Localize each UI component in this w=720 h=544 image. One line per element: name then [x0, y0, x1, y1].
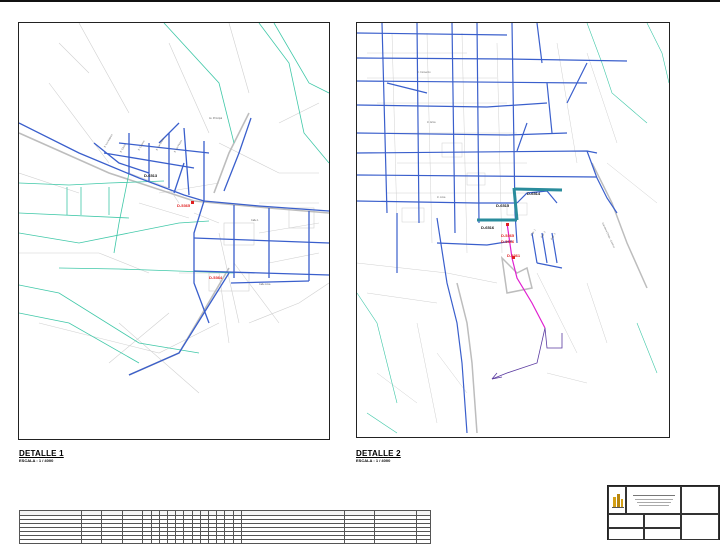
detail-2-map: Carretera Chota - Cutervo Psje. 1 Psje. …: [357, 23, 669, 434]
svg-text:Psje. 1: Psje. 1: [530, 228, 537, 236]
table-cell: [101, 539, 123, 544]
table-cell: [199, 539, 210, 544]
detail-2-title: DETALLE 2: [356, 449, 401, 458]
title-block-drawn-cell: [608, 528, 644, 540]
detail-2-caption: DETALLE 2 ESCALA : 1 / 4000: [356, 449, 401, 463]
detail-2-extension-line: [491, 327, 563, 380]
detail-1-label-0: D-6513: [144, 173, 158, 178]
title-block-scale-cell: [644, 514, 681, 528]
building-logo-icon: [612, 494, 624, 508]
title-block-revised-cell: [644, 528, 681, 540]
table-cell: [150, 539, 160, 544]
detail-2-parcel-lines: [357, 32, 658, 424]
detail-1-map: Jr. Los Alamos Jr. Chota Jr. Cutervo Jr.…: [19, 23, 329, 394]
title-block-project-cell: [681, 486, 719, 514]
detail-1-title: DETALLE 1: [19, 449, 64, 458]
detail-2-label-0: D-6514: [527, 191, 541, 196]
svg-text:Calle 1: Calle 1: [251, 219, 259, 222]
svg-text:Carretera Chota - Cutervo: Carretera Chota - Cutervo: [601, 222, 616, 249]
detail-2-map-frame[interactable]: Carretera Chota - Cutervo Psje. 1 Psje. …: [356, 22, 670, 438]
table-cell: [80, 539, 103, 544]
detail-1-label-1: D-5365: [177, 203, 191, 208]
detail-2-label-5: D-5361: [507, 253, 521, 258]
detail-2-label-4: D-5366: [501, 239, 515, 244]
detail-1-station-markers: [191, 201, 194, 204]
table-cell: [19, 539, 82, 544]
table-cell: [166, 539, 177, 544]
svg-text:Jr. Chota: Jr. Chota: [119, 143, 127, 153]
svg-text:Jr. Las Flores: Jr. Las Flores: [173, 139, 183, 154]
detail-2-street-text: Carretera Chota - Cutervo Psje. 1 Psje. …: [417, 71, 616, 249]
detail-1-caption: DETALLE 1 ESCALA : 1 / 4000: [19, 449, 64, 463]
svg-text:Jr. Lima: Jr. Lima: [437, 196, 446, 199]
svg-text:Psje. 3: Psje. 3: [550, 232, 557, 240]
detail-1-label-2: D-5364: [209, 275, 223, 280]
table-cell: [142, 539, 152, 544]
detail-2-scale: ESCALA : 1 / 4000: [356, 458, 391, 463]
table-cell: [216, 539, 226, 544]
title-block-logo-cell: [608, 486, 626, 514]
table-cell: [343, 539, 376, 544]
detail-2-label-1: D-6515: [496, 203, 510, 208]
svg-text:Psje. 2: Psje. 2: [540, 230, 547, 238]
detail-1-map-frame[interactable]: Jr. Los Alamos Jr. Chota Jr. Cutervo Jr.…: [18, 22, 330, 440]
table-cell: [208, 539, 218, 544]
table-cell: [158, 539, 168, 544]
table-cell: [191, 539, 201, 544]
svg-text:Calle Lima: Calle Lima: [259, 283, 271, 286]
svg-text:Jr. San Martin: Jr. San Martin: [155, 137, 165, 152]
detail-2-label-2: D-6516: [481, 225, 495, 230]
table-cell: [175, 539, 185, 544]
table-cell: [121, 539, 144, 544]
svg-text:Av. Principal: Av. Principal: [209, 117, 223, 120]
table-cell: [232, 539, 242, 544]
pipe-table-body: [19, 510, 432, 544]
detail-1-pipe-network: [19, 117, 329, 376]
title-block: [607, 485, 720, 540]
table-cell: [240, 539, 345, 544]
title-block-company-cell: [626, 486, 681, 514]
table-cell: [224, 539, 234, 544]
pipe-data-table: [19, 510, 432, 544]
title-block-date-cell: [608, 514, 644, 528]
table-cell: [374, 539, 417, 544]
svg-text:Jr. Arica: Jr. Arica: [427, 121, 436, 124]
svg-text:Jr. Los Alamos: Jr. Los Alamos: [103, 133, 114, 149]
top-border-line: [0, 0, 720, 2]
detail-2-label-3: D-5365: [501, 233, 515, 238]
table-row: [19, 539, 432, 544]
table-cell: [415, 539, 432, 544]
svg-text:Jr. Comercio: Jr. Comercio: [417, 71, 431, 74]
table-cell: [183, 539, 193, 544]
detail-1-scale: ESCALA : 1 / 4000: [19, 458, 54, 463]
title-block-sheet-cell: [681, 514, 719, 540]
